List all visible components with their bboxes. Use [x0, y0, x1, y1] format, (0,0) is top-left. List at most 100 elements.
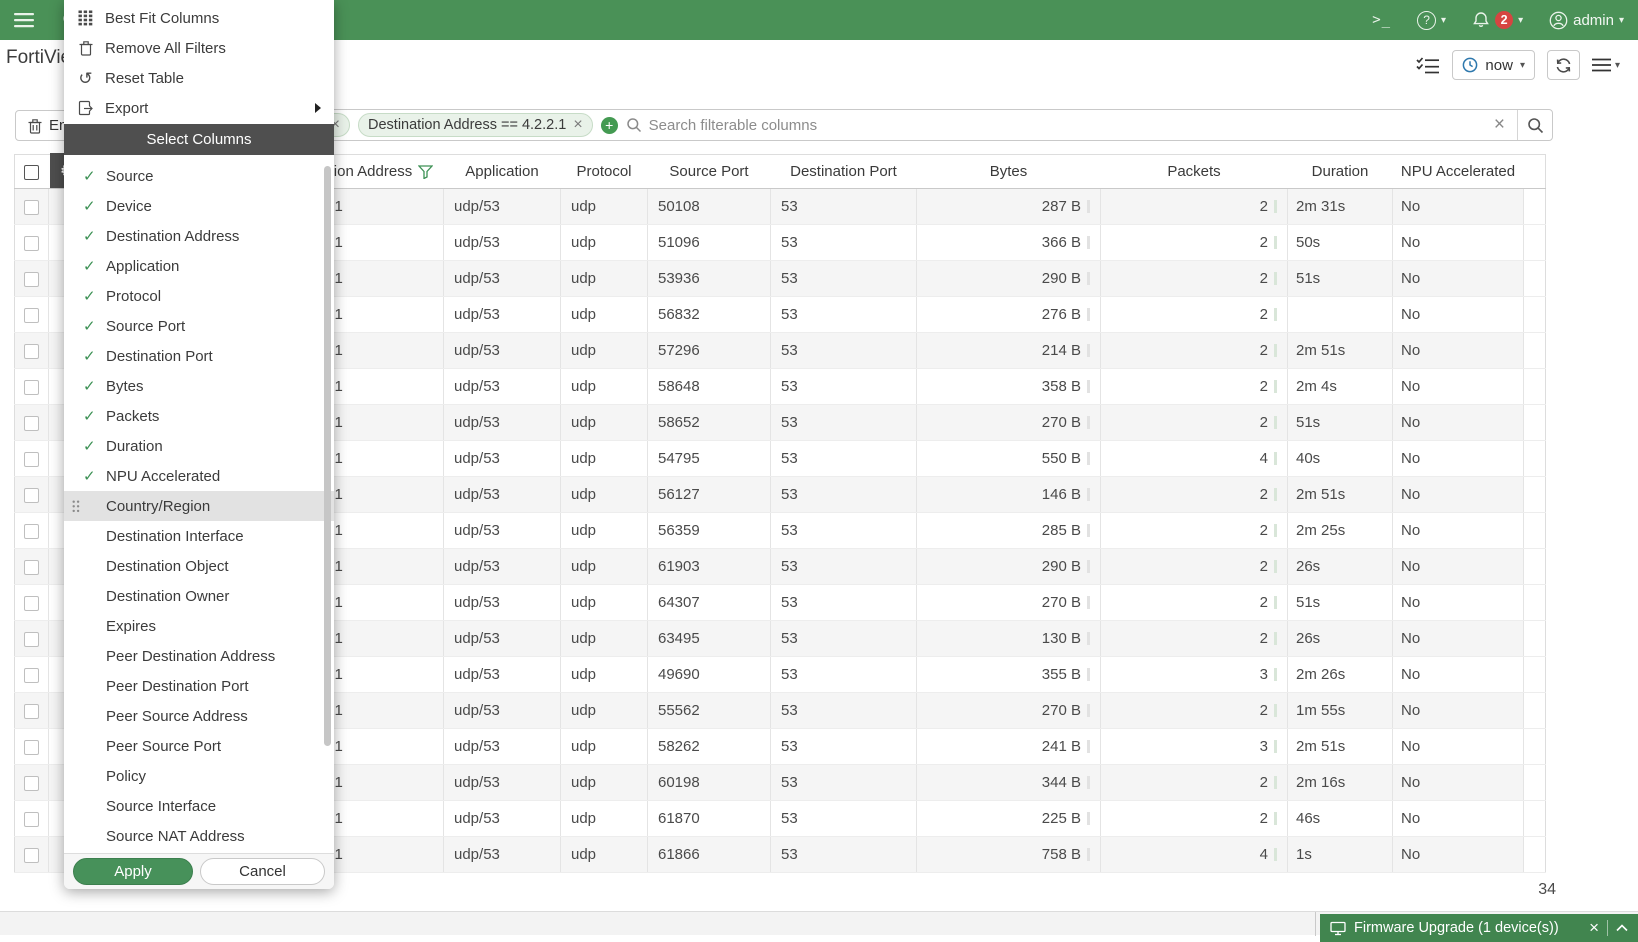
column-filter-toggle-button[interactable]	[1416, 57, 1440, 74]
help-menu[interactable]: ? ▾	[1417, 11, 1446, 30]
cell-bytes[interactable]: 355 B	[917, 657, 1101, 693]
table-options-menu[interactable]: ▾	[1592, 58, 1620, 72]
row-checkbox[interactable]	[24, 812, 39, 827]
remove-filter-icon[interactable]: ×	[573, 116, 582, 134]
cell-bytes[interactable]: 366 B	[917, 225, 1101, 261]
column-option[interactable]: ✓ Peer Destination Port	[64, 671, 334, 701]
hamburger-menu-icon[interactable]	[14, 12, 34, 28]
cell-bytes[interactable]: 225 B	[917, 801, 1101, 837]
menu-item-export[interactable]: Export	[64, 93, 334, 123]
cell-bytes[interactable]: 758 B	[917, 837, 1101, 873]
col-source-port[interactable]: Source Port	[648, 155, 771, 189]
col-protocol[interactable]: Protocol	[561, 155, 648, 189]
row-checkbox[interactable]	[24, 524, 39, 539]
row-checkbox[interactable]	[24, 740, 39, 755]
row-checkbox[interactable]	[24, 776, 39, 791]
row-checkbox[interactable]	[24, 452, 39, 467]
cell-bytes[interactable]: 285 B	[917, 513, 1101, 549]
cell-packets[interactable]: 4	[1101, 837, 1288, 873]
column-option[interactable]: ✓ Peer Source Address	[64, 701, 334, 731]
cell-packets[interactable]: 2	[1101, 477, 1288, 513]
column-option[interactable]: ✓ Protocol	[64, 281, 334, 311]
col-npu-accelerated[interactable]: NPU Accelerated	[1393, 155, 1524, 189]
filter-chip[interactable]: Destination Address == 4.2.2.1 ×	[358, 113, 593, 137]
column-option[interactable]: ✓ Policy	[64, 761, 334, 791]
cell-packets[interactable]: 3	[1101, 729, 1288, 765]
cell-packets[interactable]: 2	[1101, 369, 1288, 405]
apply-button[interactable]: Apply	[73, 858, 193, 885]
column-option[interactable]: ✓ Source Interface	[64, 791, 334, 821]
notifications-menu[interactable]: 2 ▾	[1472, 11, 1523, 29]
cell-packets[interactable]: 2	[1101, 693, 1288, 729]
column-option[interactable]: ✓ NPU Accelerated	[64, 461, 334, 491]
column-option[interactable]: ✓ Destination Object	[64, 551, 334, 581]
cell-bytes[interactable]: 270 B	[917, 585, 1101, 621]
row-checkbox[interactable]	[24, 200, 39, 215]
cell-bytes[interactable]: 270 B	[917, 693, 1101, 729]
row-checkbox[interactable]	[24, 272, 39, 287]
cell-bytes[interactable]: 214 B	[917, 333, 1101, 369]
cell-packets[interactable]: 2	[1101, 333, 1288, 369]
cell-packets[interactable]: 2	[1101, 801, 1288, 837]
cell-bytes[interactable]: 276 B	[917, 297, 1101, 333]
menu-item-remove-all-filters[interactable]: Remove All Filters	[64, 33, 334, 63]
column-option[interactable]: ✓ Source	[64, 161, 334, 191]
cell-bytes[interactable]: 241 B	[917, 729, 1101, 765]
column-option[interactable]: ✓ Destination Owner	[64, 581, 334, 611]
column-option[interactable]: ✓ Source Port	[64, 311, 334, 341]
row-checkbox[interactable]	[24, 416, 39, 431]
cell-packets[interactable]: 3	[1101, 657, 1288, 693]
row-checkbox[interactable]	[24, 632, 39, 647]
col-bytes[interactable]: Bytes	[917, 155, 1101, 189]
cell-packets[interactable]: 2	[1101, 189, 1288, 225]
cell-bytes[interactable]: 287 B	[917, 189, 1101, 225]
column-option[interactable]: ✓ Expires	[64, 611, 334, 641]
column-option[interactable]: ✓ Peer Source Port	[64, 731, 334, 761]
filter-search-placeholder[interactable]: Search filterable columns	[649, 117, 817, 134]
row-checkbox[interactable]	[24, 596, 39, 611]
row-checkbox[interactable]	[24, 380, 39, 395]
column-option[interactable]: ✓ Device	[64, 191, 334, 221]
column-option[interactable]: ✓ Destination Port	[64, 341, 334, 371]
filter-bar[interactable]: × Destination Address == 4.2.2.1 × + Sea…	[148, 109, 1553, 141]
cell-packets[interactable]: 2	[1101, 405, 1288, 441]
apply-search-button[interactable]	[1518, 110, 1552, 140]
row-checkbox[interactable]	[24, 308, 39, 323]
clear-filter-icon[interactable]: ×	[1482, 114, 1517, 136]
cell-packets[interactable]: 2	[1101, 621, 1288, 657]
column-option[interactable]: ✓ Country/Region	[64, 491, 334, 521]
time-range-dropdown[interactable]: now ▾	[1452, 50, 1535, 80]
cell-bytes[interactable]: 290 B	[917, 549, 1101, 585]
drag-handle-icon[interactable]	[72, 500, 80, 513]
col-packets[interactable]: Packets	[1101, 155, 1288, 189]
column-option[interactable]: ✓ Bytes	[64, 371, 334, 401]
row-checkbox[interactable]	[24, 560, 39, 575]
col-destination-port[interactable]: Destination Port	[771, 155, 917, 189]
cell-packets[interactable]: 2	[1101, 765, 1288, 801]
row-checkbox[interactable]	[24, 344, 39, 359]
column-option[interactable]: ✓ Packets	[64, 401, 334, 431]
cell-packets[interactable]: 2	[1101, 297, 1288, 333]
user-menu[interactable]: admin ▾	[1549, 11, 1624, 30]
column-option[interactable]: ✓ Destination Interface	[64, 521, 334, 551]
select-all-checkbox[interactable]	[24, 165, 39, 180]
menu-item-reset-table[interactable]: ↺ Reset Table	[64, 63, 334, 93]
col-duration[interactable]: Duration	[1288, 155, 1393, 189]
close-icon[interactable]: ×	[1589, 918, 1599, 938]
column-option[interactable]: ✓ Destination Address	[64, 221, 334, 251]
menu-item-best-fit-columns[interactable]: Best Fit Columns	[64, 3, 334, 33]
chevron-up-icon[interactable]	[1616, 924, 1628, 932]
row-checkbox[interactable]	[24, 236, 39, 251]
cell-bytes[interactable]: 146 B	[917, 477, 1101, 513]
cell-bytes[interactable]: 550 B	[917, 441, 1101, 477]
cell-packets[interactable]: 2	[1101, 225, 1288, 261]
add-filter-icon[interactable]: +	[601, 117, 618, 134]
cell-packets[interactable]: 2	[1101, 585, 1288, 621]
refresh-button[interactable]	[1547, 50, 1580, 80]
row-checkbox[interactable]	[24, 668, 39, 683]
cell-bytes[interactable]: 270 B	[917, 405, 1101, 441]
cancel-button[interactable]: Cancel	[200, 858, 325, 885]
cell-bytes[interactable]: 290 B	[917, 261, 1101, 297]
cli-console-icon[interactable]: >_	[1372, 12, 1391, 28]
cell-packets[interactable]: 2	[1101, 513, 1288, 549]
